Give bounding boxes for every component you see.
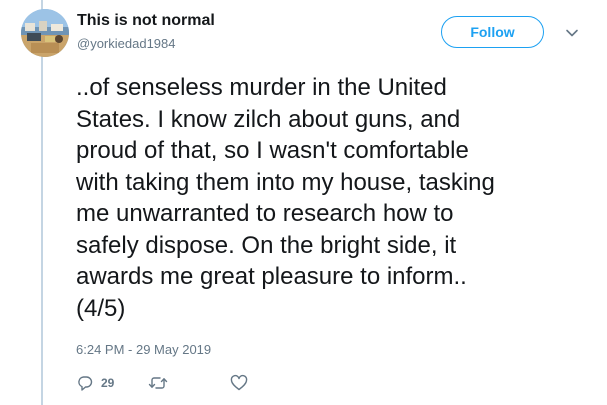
- avatar-image: [21, 9, 69, 57]
- tweet-options-button[interactable]: [561, 22, 583, 44]
- chevron-down-icon: [566, 29, 578, 37]
- retweet-button[interactable]: [148, 374, 230, 392]
- thread-connector-line: [41, 0, 43, 405]
- avatar[interactable]: [21, 9, 69, 57]
- user-handle[interactable]: @yorkiedad1984: [77, 36, 175, 51]
- heart-icon: [230, 374, 248, 391]
- reply-count: 29: [101, 376, 115, 390]
- follow-button[interactable]: Follow: [441, 16, 544, 48]
- tweet-actions: 29: [76, 372, 248, 394]
- display-name[interactable]: This is not normal: [77, 12, 215, 30]
- tweet-timestamp[interactable]: 6:24 PM - 29 May 2019: [76, 342, 211, 357]
- reply-button[interactable]: 29: [76, 374, 148, 392]
- reply-icon: [78, 376, 93, 391]
- retweet-icon: [148, 377, 168, 389]
- tweet-text: ..of senseless murder in the United Stat…: [76, 74, 495, 322]
- like-button[interactable]: [230, 374, 248, 392]
